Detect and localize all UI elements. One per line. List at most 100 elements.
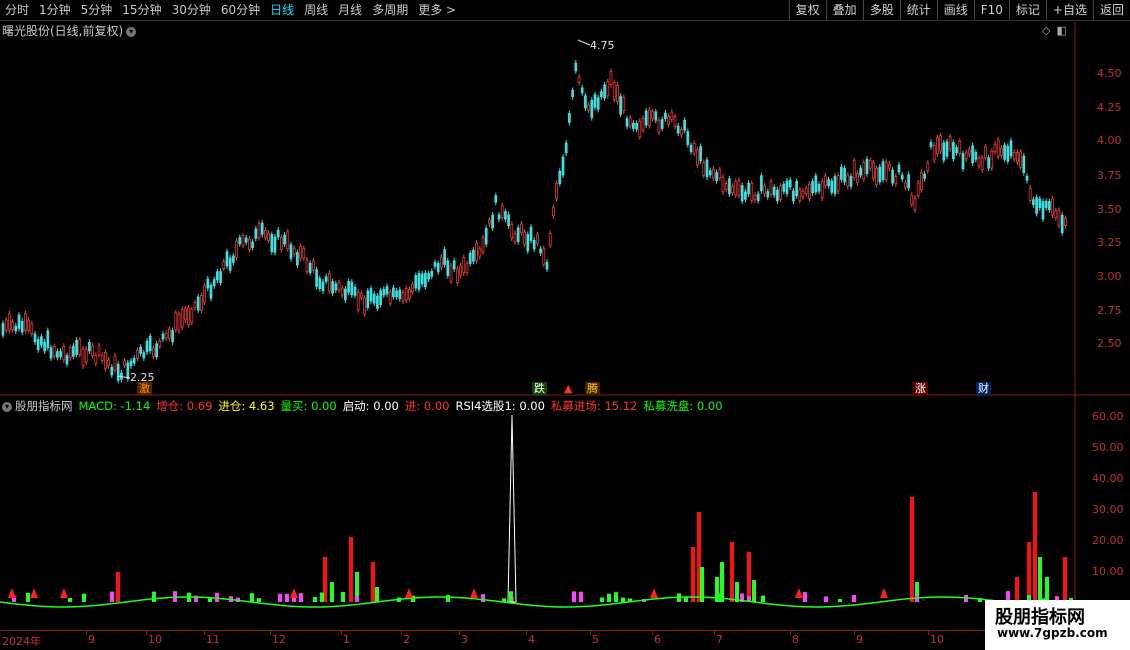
candle [392,287,395,298]
candle [62,345,66,361]
candle [398,289,402,299]
candle [872,162,875,179]
candle [289,244,293,259]
candle [427,273,430,280]
indicator-bar [446,594,450,602]
candle [808,183,811,199]
high-price-label: 4.75 [590,39,615,52]
candle [968,148,971,155]
candle [500,205,504,218]
candle [1006,146,1010,162]
candle [740,185,744,202]
price-tick-label: 3.25 [1097,236,1122,249]
candle [113,355,117,371]
candle [171,330,174,343]
candle [219,271,222,283]
indicator-bar [285,593,289,602]
candle [17,314,21,329]
candle [651,111,654,119]
candle [750,182,754,201]
candle [516,227,520,243]
candle [596,97,600,110]
candle [526,234,530,252]
candle [673,116,677,127]
candle [315,269,318,287]
watermark-url: www.7gpzb.com [997,626,1108,640]
candle [11,321,14,331]
indicator-bar [1027,542,1031,602]
candle [846,174,850,187]
candle [664,112,667,120]
candle [84,348,88,363]
candle [760,175,763,192]
candle [200,295,203,311]
candle [744,191,747,200]
candle [948,136,952,150]
site-watermark: 股朋指标网 www.7gpzb.com [985,600,1130,650]
candle [468,252,472,264]
candle [990,150,994,169]
candle [334,283,338,291]
candle [833,176,837,194]
candle [600,91,603,97]
candle [763,185,766,195]
candle [414,275,418,289]
candle [331,281,334,294]
candle [657,119,661,133]
candle [721,176,725,193]
candle [56,351,59,358]
candle [804,188,808,194]
candle [974,152,978,160]
indicator-bar [1063,557,1067,602]
candle [708,170,712,176]
candle [158,340,162,347]
chart-canvas[interactable] [0,0,1130,650]
candle [555,182,558,200]
date-tick-label: 2 [403,633,410,646]
candle [75,339,78,355]
indicator-dropdown-icon[interactable]: ▾ [2,401,12,412]
candle [795,181,798,196]
indicator-bar [621,597,625,602]
candle [580,87,584,94]
candle [491,214,494,229]
indicator-bar [375,587,379,602]
candle [865,158,869,174]
candle [206,278,210,289]
indicator-value: 进仓: 4.63 [218,399,275,413]
candle [929,142,933,147]
candle [1035,197,1038,214]
candle [939,135,942,152]
candle [139,346,142,354]
candle [980,157,984,171]
indicator-name[interactable]: 股朋指标网 [15,399,73,413]
indicator-header: ▾ 股朋指标网 MACD: -1.14 增仓: 0.69 进仓: 4.63 量买: 0.0… [2,398,735,414]
candle [155,343,158,358]
candle [728,178,731,195]
candle [379,290,382,305]
signal-marker: ▲ [562,382,575,395]
candle [878,166,882,183]
candle [142,352,146,359]
date-tick-label: 2024年 [2,635,41,648]
candle [382,288,386,296]
candle [766,191,770,198]
price-tick-label: 3.75 [1097,169,1122,182]
indicator-bar [730,542,734,602]
candle [1041,201,1045,220]
date-tick-label: 10 [930,633,944,646]
candle [977,157,981,167]
candle [724,183,728,190]
candle [40,336,43,346]
candle [619,96,622,115]
signal-marker: 跌 [532,382,547,395]
candle [776,189,779,202]
indicator-bar [691,547,695,602]
candle [814,175,818,193]
candle [731,185,734,194]
candle [1060,214,1064,234]
candle [257,223,261,239]
candle [792,190,795,202]
candle [449,265,453,282]
indicator-bar [349,537,353,602]
